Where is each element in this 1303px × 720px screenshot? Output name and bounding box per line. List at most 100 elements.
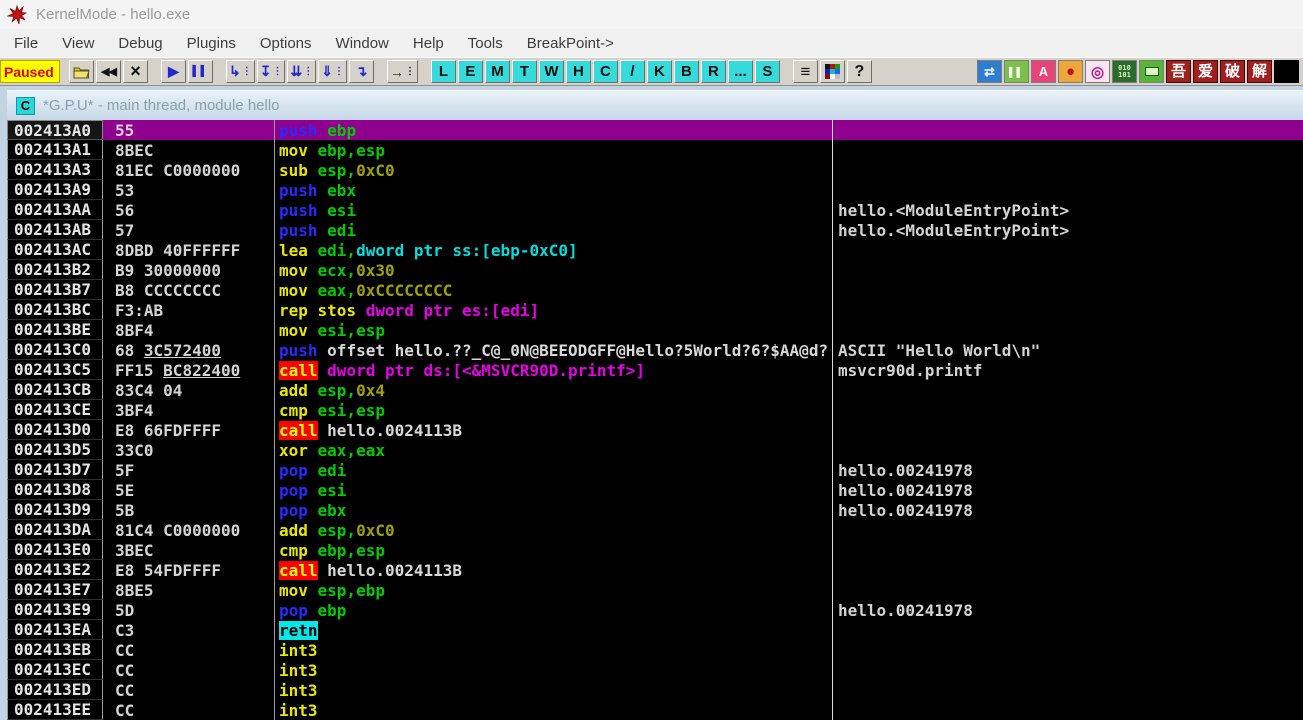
address-cell: 002413A1	[7, 140, 103, 160]
panel-button-e[interactable]: E	[458, 60, 483, 83]
go-to-icon: →	[390, 64, 404, 80]
disasm-row[interactable]: 002413C068 3C572400push offset hello.??_…	[7, 340, 1303, 360]
instruction-cell: retn	[275, 620, 833, 640]
disasm-row[interactable]: 002413D0E8 66FDFFFFcall hello.0024113B	[7, 420, 1303, 440]
menu-item-view[interactable]: View	[50, 35, 106, 52]
disasm-row[interactable]: 002413A953push ebx	[7, 180, 1303, 200]
panel-button-dots[interactable]: ...	[728, 60, 753, 83]
disasm-row[interactable]: 002413A055push ebp	[7, 120, 1303, 140]
disasm-row[interactable]: 002413C5FF15 BC822400call dword ptr ds:[…	[7, 360, 1303, 380]
restart-button[interactable]: ◀◀	[96, 60, 121, 83]
disasm-row[interactable]: 002413D95Bpop ebxhello.00241978	[7, 500, 1303, 520]
comment-cell: msvcr90d.printf	[833, 360, 1303, 380]
disasm-row[interactable]: 002413BE8BF4mov esi,esp	[7, 320, 1303, 340]
black-square-button[interactable]	[1274, 60, 1299, 83]
instruction-cell: push edi	[275, 220, 833, 240]
record-button[interactable]: ●	[1058, 60, 1083, 83]
disasm-row[interactable]: 002413AB57push edihello.<ModuleEntryPoin…	[7, 220, 1303, 240]
disasm-row[interactable]: 002413EBCCint3	[7, 640, 1303, 660]
panel-button-k[interactable]: K	[647, 60, 672, 83]
disasm-row[interactable]: 002413B7B8 CCCCCCCCmov eax,0xCCCCCCCC	[7, 280, 1303, 300]
comment-cell	[833, 320, 1303, 340]
address-cell: 002413AC	[7, 240, 103, 260]
close-debuggee-button[interactable]: ×	[123, 60, 148, 83]
instruction-cell: call dword ptr ds:[<&MSVCR90D.printf>]	[275, 360, 833, 380]
monitor-button[interactable]	[1139, 60, 1164, 83]
comment-cell	[833, 440, 1303, 460]
menu-item-tools[interactable]: Tools	[456, 35, 515, 52]
menu-item-breakpoint[interactable]: BreakPoint->	[515, 35, 626, 52]
windows-list-button[interactable]: ≡	[793, 60, 818, 83]
menu-item-options[interactable]: Options	[248, 35, 324, 52]
disasm-row[interactable]: 002413E2E8 54FDFFFFcall hello.0024113B	[7, 560, 1303, 580]
sync-button[interactable]: ⇄	[977, 60, 1002, 83]
menu-item-plugins[interactable]: Plugins	[175, 35, 248, 52]
disasm-row[interactable]: 002413EAC3retn	[7, 620, 1303, 640]
disasm-row[interactable]: 002413EDCCint3	[7, 680, 1303, 700]
cn-plugin-button-1[interactable]: 吾	[1166, 60, 1191, 83]
pause-button[interactable]: ▌▌	[188, 60, 213, 83]
cn-plugin-button-2[interactable]: 爱	[1193, 60, 1218, 83]
panel-button-m[interactable]: M	[485, 60, 510, 83]
animate-into-icon: ⇊	[290, 63, 302, 80]
panel-button-h[interactable]: H	[566, 60, 591, 83]
instruction-cell: push ebx	[275, 180, 833, 200]
panel-button-w[interactable]: W	[539, 60, 564, 83]
menu-item-file[interactable]: File	[2, 35, 50, 52]
disasm-row[interactable]: 002413E95Dpop ebphello.00241978	[7, 600, 1303, 620]
target-button[interactable]: ◎	[1085, 60, 1110, 83]
disasm-row[interactable]: 002413CE3BF4cmp esi,esp	[7, 400, 1303, 420]
bytes-cell: 8BF4	[103, 320, 275, 340]
assembler-button[interactable]: A	[1031, 60, 1056, 83]
panel-button-c[interactable]: C	[593, 60, 618, 83]
appearance-button[interactable]	[820, 60, 845, 83]
cn-plugin-button-3[interactable]: 破	[1220, 60, 1245, 83]
comment-cell	[833, 260, 1303, 280]
panel-button-t[interactable]: T	[512, 60, 537, 83]
go-to-address-button[interactable]: →⋮	[387, 60, 418, 83]
help-button[interactable]: ?	[847, 60, 872, 83]
panel-button-b[interactable]: B	[674, 60, 699, 83]
sync-icon: ⇄	[984, 64, 995, 80]
menu-item-help[interactable]: Help	[401, 35, 456, 52]
panel-button-s[interactable]: S	[755, 60, 780, 83]
disasm-row[interactable]: 002413D85Epop esihello.00241978	[7, 480, 1303, 500]
resume-threads-button[interactable]: ▌▌	[1004, 60, 1029, 83]
comment-cell: hello.00241978	[833, 460, 1303, 480]
disasm-row[interactable]: 002413D75Fpop edihello.00241978	[7, 460, 1303, 480]
disasm-row[interactable]: 002413B2B9 30000000mov ecx,0x30	[7, 260, 1303, 280]
binary-button[interactable]: 010101	[1112, 60, 1137, 83]
disasm-row[interactable]: 002413EECCint3	[7, 700, 1303, 720]
bytes-cell: 55	[103, 120, 275, 140]
step-over-button[interactable]: ↧⋮	[257, 60, 286, 83]
menu-item-window[interactable]: Window	[324, 35, 401, 52]
menu-item-debug[interactable]: Debug	[106, 35, 174, 52]
comment-cell	[833, 580, 1303, 600]
disasm-row[interactable]: 002413A381EC C0000000sub esp,0xC0	[7, 160, 1303, 180]
disasm-row[interactable]: 002413A18BECmov ebp,esp	[7, 140, 1303, 160]
disasm-row[interactable]: 002413DA81C4 C0000000add esp,0xC0	[7, 520, 1303, 540]
animate-into-button[interactable]: ⇊⋮	[287, 60, 316, 83]
disasm-row[interactable]: 002413AC8DBD 40FFFFFFlea edi,dword ptr s…	[7, 240, 1303, 260]
disasm-row[interactable]: 002413CB83C4 04add esp,0x4	[7, 380, 1303, 400]
disasm-row[interactable]: 002413D533C0xor eax,eax	[7, 440, 1303, 460]
cn-plugin-button-4[interactable]: 解	[1247, 60, 1272, 83]
comment-cell: hello.00241978	[833, 500, 1303, 520]
disasm-row[interactable]: 002413E03BECcmp ebp,esp	[7, 540, 1303, 560]
run-button[interactable]: ▶	[161, 60, 186, 83]
disasm-row[interactable]: 002413AA56push esihello.<ModuleEntryPoin…	[7, 200, 1303, 220]
disasm-row[interactable]: 002413E78BE5mov esp,ebp	[7, 580, 1303, 600]
panel-button-slash[interactable]: /	[620, 60, 645, 83]
panel-button-l[interactable]: L	[431, 60, 456, 83]
comment-cell	[833, 640, 1303, 660]
animate-over-button[interactable]: ⇓⋮	[318, 60, 347, 83]
cpu-window-titlebar[interactable]: C *G.P.U* - main thread, module hello	[7, 90, 1303, 120]
open-file-button[interactable]	[69, 60, 94, 83]
disasm-row[interactable]: 002413BCF3:ABrep stos dword ptr es:[edi]	[7, 300, 1303, 320]
disasm-row[interactable]: 002413ECCCint3	[7, 660, 1303, 680]
panel-button-r[interactable]: R	[701, 60, 726, 83]
execute-till-return-button[interactable]: ↴	[349, 60, 374, 83]
step-into-button[interactable]: ↳⋮	[226, 60, 255, 83]
comment-cell: ASCII "Hello World\n"	[833, 340, 1303, 360]
bytes-cell: 5E	[103, 480, 275, 500]
